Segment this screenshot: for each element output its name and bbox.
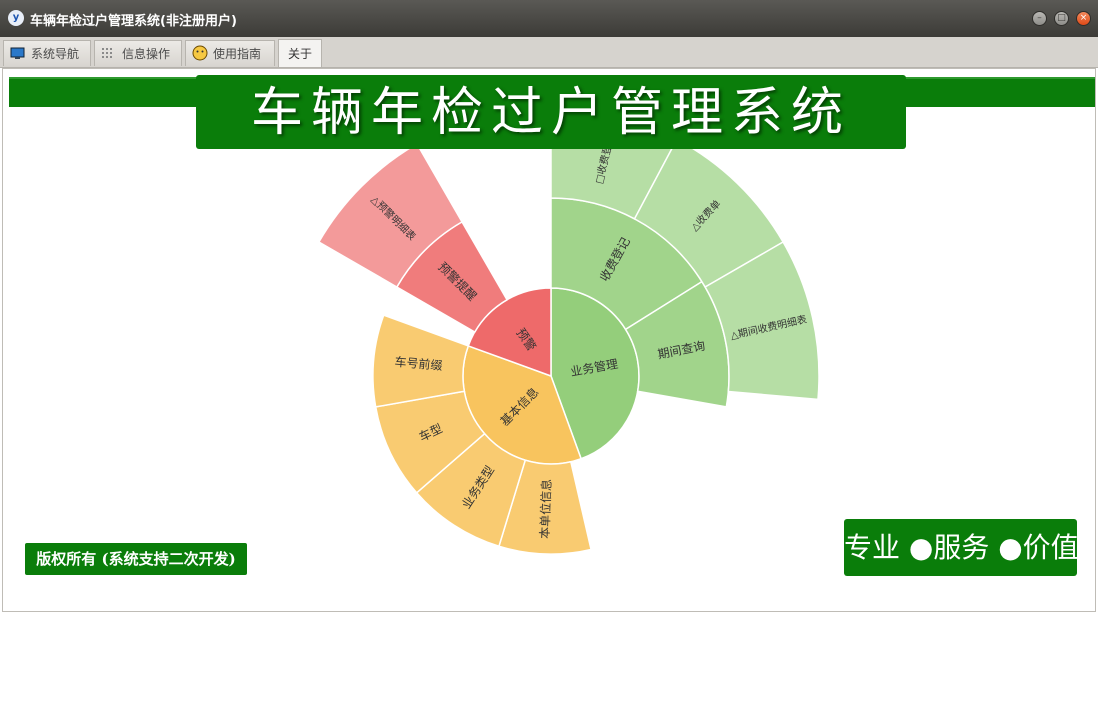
tab-label: 关于	[287, 47, 312, 61]
tab-label: 使用指南	[213, 47, 262, 61]
title-bar: y 车辆年检过户管理系统(非注册用户) – □ ×	[0, 0, 1098, 37]
app-logo-icon: y	[8, 10, 24, 26]
minimize-button[interactable]: –	[1032, 11, 1047, 26]
tab-info-ops[interactable]: 信息操作	[94, 40, 182, 66]
tab-user-guide[interactable]: 使用指南	[185, 40, 275, 66]
empty-area	[0, 614, 1098, 719]
sunburst-branch-label: 本单位信息	[537, 479, 554, 540]
maximize-button[interactable]: □	[1054, 11, 1069, 26]
copyright-label: 版权所有 (系统支持二次开发)	[25, 543, 247, 575]
close-button[interactable]: ×	[1076, 11, 1091, 26]
about-panel: 业务管理 收费登记 期间查询 □收费登记 △收费单 △期间收费明细表 基本信息 本单位信息 业务…	[2, 68, 1096, 612]
tab-system-nav[interactable]: 系统导航	[3, 40, 91, 66]
tab-label: 系统导航	[31, 47, 80, 61]
smiley-icon	[192, 45, 208, 61]
window-title: 车辆年检过户管理系统(非注册用户)	[30, 14, 237, 29]
tab-label: 信息操作	[122, 47, 171, 61]
banner-title: 车辆年检过户管理系统	[196, 75, 906, 149]
tab-strip: 系统导航 信息操作 使用指南 关于	[0, 37, 1098, 68]
slogan-label: 专业 ●服务 ●价值	[844, 519, 1079, 576]
monitor-icon	[10, 47, 25, 60]
grid-icon	[101, 47, 116, 60]
tab-about[interactable]: 关于	[278, 39, 322, 67]
